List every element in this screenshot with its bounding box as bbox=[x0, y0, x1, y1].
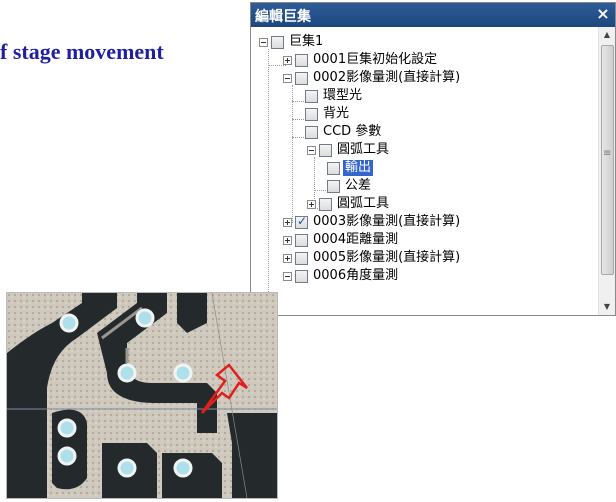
expand-icon[interactable] bbox=[283, 235, 292, 245]
tree-item[interactable]: 圓弧工具 bbox=[307, 141, 391, 159]
tree-guide-line bbox=[292, 85, 293, 223]
tree-guide-line bbox=[314, 190, 326, 191]
tree-item-label[interactable]: 0003影像量測(直接計算) bbox=[311, 214, 462, 230]
item-checkbox[interactable] bbox=[327, 179, 340, 193]
expand-icon[interactable] bbox=[283, 55, 292, 65]
tree-item-label[interactable]: 0005影像量測(直接計算) bbox=[311, 250, 462, 266]
tree-item[interactable]: 0003影像量測(直接計算) bbox=[283, 213, 462, 231]
item-checkbox[interactable] bbox=[271, 35, 284, 49]
collapse-icon[interactable] bbox=[307, 145, 316, 155]
item-checkbox[interactable] bbox=[295, 71, 308, 85]
tree-guide-line bbox=[268, 49, 269, 312]
tree-item-label[interactable]: 0001巨集初始化設定 bbox=[311, 52, 439, 68]
expand-icon[interactable] bbox=[283, 253, 292, 263]
tree-item[interactable]: 環型光 bbox=[305, 87, 364, 105]
collapse-icon[interactable] bbox=[283, 271, 292, 281]
tree-item-label[interactable]: 環型光 bbox=[321, 88, 364, 104]
tree-item-label[interactable]: 0002影像量測(直接計算) bbox=[311, 70, 462, 86]
collapse-icon[interactable] bbox=[259, 37, 268, 47]
vertical-scrollbar[interactable]: ▲ ▼ bbox=[598, 27, 615, 315]
tree-item-label[interactable]: 圓弧工具 bbox=[335, 142, 391, 158]
tree-item-root[interactable]: 巨集1 bbox=[259, 33, 325, 51]
tree-item[interactable]: 0001巨集初始化設定 bbox=[283, 51, 439, 69]
pcb-image bbox=[7, 292, 277, 499]
item-checkbox[interactable] bbox=[305, 89, 318, 103]
close-icon[interactable]: × bbox=[595, 5, 611, 23]
item-checkbox[interactable] bbox=[305, 107, 318, 121]
tree-item[interactable]: 圓弧工具 bbox=[307, 195, 391, 213]
scroll-thumb[interactable] bbox=[601, 45, 614, 275]
item-checkbox[interactable] bbox=[319, 197, 332, 211]
tree-item-label[interactable]: 0004距離量測 bbox=[311, 232, 400, 248]
collapse-icon[interactable] bbox=[283, 73, 292, 83]
title-bar: 編輯巨集 × bbox=[251, 3, 615, 27]
macro-editor-panel: 編輯巨集 × 巨集1 0001巨集初始化設定 0002影像量測(直接計算) 環型… bbox=[250, 2, 616, 316]
tree-item[interactable]: 0004距離量測 bbox=[283, 231, 400, 249]
tree-item[interactable]: 背光 bbox=[305, 105, 351, 123]
tree-item[interactable]: 公差 bbox=[327, 177, 373, 195]
item-checkbox[interactable] bbox=[305, 125, 318, 139]
expand-icon[interactable] bbox=[283, 217, 292, 227]
tree-item[interactable]: 0002影像量測(直接計算) bbox=[283, 69, 462, 87]
item-checkbox[interactable] bbox=[295, 269, 308, 283]
tree-item[interactable]: 0005影像量測(直接計算) bbox=[283, 249, 462, 267]
item-checkbox-checked[interactable] bbox=[295, 214, 308, 229]
expand-icon[interactable] bbox=[307, 199, 316, 209]
tree-guide-line bbox=[292, 101, 304, 102]
item-checkbox[interactable] bbox=[295, 53, 308, 67]
tree-item-label[interactable]: 公差 bbox=[343, 178, 373, 194]
tree-item[interactable]: 輸出 bbox=[327, 159, 374, 177]
window-title: 編輯巨集 bbox=[255, 9, 311, 25]
tree-item-label-selected[interactable]: 輸出 bbox=[343, 160, 374, 176]
scroll-up-icon[interactable]: ▲ bbox=[599, 27, 615, 43]
tree-item-label[interactable]: 圓弧工具 bbox=[335, 196, 391, 212]
tree-item-label[interactable]: 0006角度量測 bbox=[311, 268, 400, 284]
tree-item-label[interactable]: CCD 參數 bbox=[321, 124, 383, 140]
tree-item[interactable]: 0006角度量測 bbox=[283, 267, 400, 285]
item-checkbox[interactable] bbox=[295, 233, 308, 247]
camera-view bbox=[6, 292, 278, 499]
item-checkbox[interactable] bbox=[327, 161, 340, 175]
tree-guide-line bbox=[292, 119, 304, 120]
macro-tree: 巨集1 0001巨集初始化設定 0002影像量測(直接計算) 環型光 背光 CC… bbox=[251, 27, 599, 315]
tree-item-label[interactable]: 背光 bbox=[321, 106, 351, 122]
item-checkbox[interactable] bbox=[295, 251, 308, 265]
item-checkbox[interactable] bbox=[319, 143, 332, 157]
tree-item-label[interactable]: 巨集1 bbox=[287, 34, 325, 50]
scroll-down-icon[interactable]: ▼ bbox=[599, 299, 615, 315]
tree-item[interactable]: CCD 參數 bbox=[305, 123, 383, 141]
slide-heading: f stage movement bbox=[0, 39, 164, 64]
tree-guide-line bbox=[292, 137, 304, 138]
